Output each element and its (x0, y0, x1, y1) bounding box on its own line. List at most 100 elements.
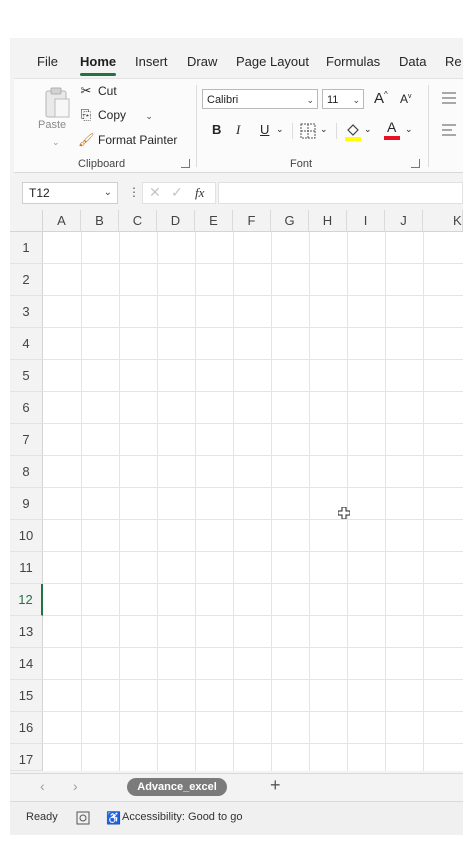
excel-window: File Home Insert Draw Page Layout Formul… (10, 38, 463, 835)
grid-line (43, 423, 463, 424)
accessibility-icon[interactable]: ♿ (106, 811, 121, 825)
cancel-icon[interactable]: ✕ (149, 184, 161, 201)
row-header-active[interactable]: 12 (10, 584, 43, 616)
grid-line (43, 327, 463, 328)
row-header[interactable]: 4 (10, 328, 43, 360)
select-all-button[interactable] (10, 210, 43, 232)
tab-formulas[interactable]: Formulas (326, 54, 380, 69)
row-header[interactable]: 15 (10, 680, 43, 712)
column-header[interactable]: K (423, 210, 463, 232)
accessibility-status[interactable]: Accessibility: Good to go (122, 811, 242, 823)
row-header[interactable]: 2 (10, 264, 43, 296)
copy-icon: ⎘ (80, 107, 92, 122)
grow-font-button[interactable]: A^ (374, 90, 388, 107)
fill-color-dropdown-icon[interactable]: ⌄ (364, 124, 372, 135)
worksheet-grid[interactable]: A B C D E F G H I J K 1 2 3 4 5 6 7 8 9 … (10, 210, 463, 771)
italic-button[interactable]: I (236, 122, 240, 138)
row-header[interactable]: 13 (10, 616, 43, 648)
grid-line (43, 455, 463, 456)
name-box[interactable]: T12 ⌄ (22, 182, 118, 204)
column-header[interactable]: I (347, 210, 385, 232)
font-size-select[interactable]: 11 ⌄ (322, 89, 364, 109)
row-header[interactable]: 14 (10, 648, 43, 680)
column-header[interactable]: F (233, 210, 271, 232)
copy-button[interactable]: ⎘ Copy ⌄ (78, 105, 153, 125)
confirm-icon[interactable]: ✓ (171, 184, 183, 201)
row-header[interactable]: 10 (10, 520, 43, 552)
grid-line (119, 232, 120, 771)
grid-line (423, 232, 424, 771)
macro-record-icon[interactable] (76, 811, 90, 825)
sheet-tab-advance-excel[interactable]: Advance_excel (127, 778, 227, 796)
status-bar: Ready ♿ Accessibility: Good to go (10, 801, 463, 835)
grid-line (43, 391, 463, 392)
ribbon-home: Paste ⌄ ✂ Cut ⎘ Copy ⌄ 🖌 Format Painter Cli… (14, 78, 463, 173)
tab-data[interactable]: Data (399, 54, 426, 69)
column-header[interactable]: G (271, 210, 309, 232)
fill-color-icon[interactable] (344, 121, 362, 141)
align-left-icon[interactable] (441, 123, 457, 137)
row-header[interactable]: 16 (10, 712, 43, 744)
ribbon-tabs: File Home Insert Draw Page Layout Formul… (10, 38, 463, 76)
row-header[interactable]: 8 (10, 456, 43, 488)
borders-icon[interactable] (300, 123, 316, 139)
paste-label: Paste (38, 119, 67, 131)
row-header[interactable]: 1 (10, 232, 43, 264)
grid-line (43, 359, 463, 360)
font-color-button[interactable]: A (384, 119, 400, 141)
formula-bar: T12 ⌄ ⋮ ✕ ✓ fx (10, 178, 463, 208)
shrink-font-button[interactable]: Av (400, 92, 412, 106)
sheet-tab-bar: ‹ › Advance_excel + (10, 773, 463, 800)
grid-line (347, 232, 348, 771)
row-header[interactable]: 5 (10, 360, 43, 392)
chevron-down-icon: ⌄ (103, 187, 112, 198)
column-header[interactable]: D (157, 210, 195, 232)
next-sheet-icon[interactable]: › (73, 778, 78, 794)
formula-input[interactable] (218, 182, 463, 204)
tab-page-layout[interactable]: Page Layout (236, 54, 309, 69)
align-top-icon[interactable] (441, 91, 457, 105)
underline-dropdown-icon[interactable]: ⌄ (276, 124, 284, 135)
bold-button[interactable]: B (212, 122, 221, 137)
chevron-down-icon: ⌄ (306, 95, 314, 105)
grid-line (43, 743, 463, 744)
column-header[interactable]: C (119, 210, 157, 232)
tab-insert[interactable]: Insert (135, 54, 168, 69)
column-header[interactable]: B (81, 210, 119, 232)
row-header[interactable]: 9 (10, 488, 43, 520)
screen-frame: File Home Insert Draw Page Layout Formul… (10, 38, 463, 835)
insert-function-button[interactable]: fx (195, 185, 204, 201)
column-header[interactable]: A (43, 210, 81, 232)
tab-draw[interactable]: Draw (187, 54, 217, 69)
row-header[interactable]: 17 (10, 744, 43, 771)
row-header[interactable]: 3 (10, 296, 43, 328)
font-launcher-icon[interactable] (411, 159, 420, 168)
more-options-icon[interactable]: ⋮ (128, 185, 140, 199)
clipboard-group-label: Clipboard (78, 158, 126, 170)
paste-dropdown-icon[interactable]: ⌄ (52, 137, 60, 148)
column-header[interactable]: H (309, 210, 347, 232)
row-header[interactable]: 7 (10, 424, 43, 456)
tab-home[interactable]: Home (80, 54, 116, 69)
grid-line (271, 232, 272, 771)
cut-button[interactable]: ✂ Cut (78, 81, 117, 101)
borders-dropdown-icon[interactable]: ⌄ (320, 124, 328, 135)
column-header[interactable]: J (385, 210, 423, 232)
row-header[interactable]: 11 (10, 552, 43, 584)
format-painter-button[interactable]: 🖌 Format Painter (78, 130, 177, 150)
row-header[interactable]: 6 (10, 392, 43, 424)
font-name-select[interactable]: Calibri ⌄ (202, 89, 318, 109)
status-ready: Ready (26, 811, 58, 823)
column-header[interactable]: E (195, 210, 233, 232)
font-color-dropdown-icon[interactable]: ⌄ (405, 124, 413, 135)
copy-dropdown-icon[interactable]: ⌄ (145, 111, 153, 121)
underline-button[interactable]: U (260, 122, 269, 137)
add-sheet-button[interactable]: + (270, 775, 281, 796)
font-color-bar (384, 136, 400, 140)
clipboard-launcher-icon[interactable] (181, 159, 190, 168)
font-group-label: Font (290, 158, 313, 170)
previous-sheet-icon[interactable]: ‹ (40, 778, 45, 794)
active-tab-indicator (80, 73, 116, 76)
tab-file[interactable]: File (37, 54, 58, 69)
tab-review[interactable]: Re (445, 54, 462, 69)
